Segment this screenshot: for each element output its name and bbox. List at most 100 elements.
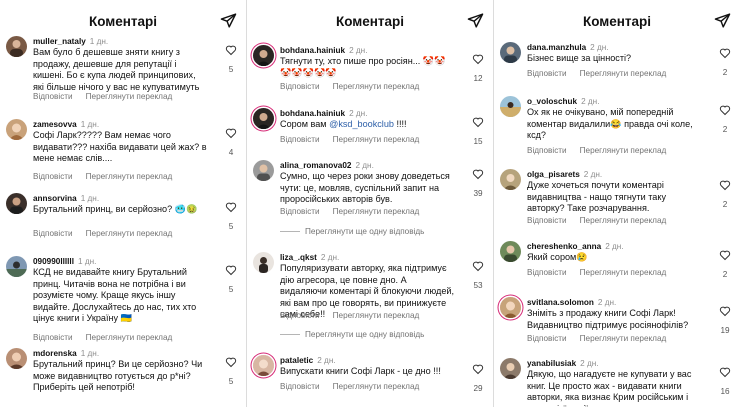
- translate-link[interactable]: Переглянути переклад: [333, 311, 420, 320]
- avatar[interactable]: [500, 241, 521, 262]
- avatar[interactable]: [500, 358, 521, 379]
- translate-link[interactable]: Переглянути переклад: [86, 229, 173, 238]
- comment-username[interactable]: zamesovva: [33, 120, 77, 129]
- comment-time: 2 дн.: [355, 161, 374, 170]
- like-count: 4: [228, 148, 234, 157]
- avatar[interactable]: [253, 160, 274, 181]
- reply-button[interactable]: Відповісти: [527, 216, 567, 225]
- comment-username[interactable]: liza_.qkst: [280, 253, 317, 262]
- avatar[interactable]: [500, 96, 521, 117]
- avatar[interactable]: [6, 256, 27, 277]
- reply-button[interactable]: Відповісти: [280, 311, 320, 320]
- share-icon[interactable]: [714, 12, 731, 29]
- translate-link[interactable]: Переглянути переклад: [580, 69, 667, 78]
- translate-link[interactable]: Переглянути переклад: [333, 135, 420, 144]
- heart-icon[interactable]: [225, 201, 237, 213]
- translate-link[interactable]: Переглянути переклад: [580, 268, 667, 277]
- reply-button[interactable]: Відповісти: [33, 229, 73, 238]
- avatar[interactable]: [6, 193, 27, 214]
- comment-time: 2 дн.: [581, 97, 600, 106]
- reply-button[interactable]: Відповісти: [527, 334, 567, 343]
- comment-username[interactable]: mdorenska: [33, 349, 77, 358]
- heart-icon[interactable]: [225, 44, 237, 56]
- heart-icon[interactable]: [719, 179, 731, 191]
- heart-icon[interactable]: [225, 264, 237, 276]
- heart-icon[interactable]: [225, 127, 237, 139]
- reply-button[interactable]: Відповісти: [527, 69, 567, 78]
- reply-button[interactable]: Відповісти: [33, 172, 73, 181]
- comment-username[interactable]: bohdana.hainiuk: [280, 46, 345, 55]
- comment-username[interactable]: muller_nataly: [33, 37, 86, 46]
- heart-icon[interactable]: [225, 356, 237, 368]
- heart-icon[interactable]: [472, 116, 484, 128]
- avatar[interactable]: [253, 355, 274, 376]
- comments-title: Коментарі: [582, 13, 652, 29]
- avatar[interactable]: [253, 108, 274, 129]
- heart-icon[interactable]: [472, 260, 484, 272]
- translate-link[interactable]: Переглянути переклад: [333, 382, 420, 391]
- share-icon[interactable]: [467, 12, 484, 29]
- comment-time: 2 дн.: [580, 359, 599, 368]
- view-replies-link[interactable]: Переглянути ще одну відповідь: [305, 227, 424, 236]
- reply-button[interactable]: Відповісти: [280, 82, 320, 91]
- comment-text: Бізнес вище за цінності?: [527, 53, 632, 63]
- comment-text: Ох як не очікувано, мій попередній комен…: [527, 107, 693, 140]
- like-count: 5: [228, 222, 234, 231]
- heart-icon[interactable]: [472, 363, 484, 375]
- comment-time: 2 дн.: [590, 43, 609, 52]
- translate-link[interactable]: Переглянути переклад: [333, 82, 420, 91]
- view-replies-link[interactable]: Переглянути ще одну відповідь: [305, 330, 424, 339]
- heart-icon[interactable]: [719, 366, 731, 378]
- comments-title: Коментарі: [88, 13, 158, 29]
- comment-text-suffix: !!!!: [393, 119, 407, 129]
- reply-button[interactable]: Відповісти: [33, 92, 73, 101]
- translate-link[interactable]: Переглянути переклад: [333, 207, 420, 216]
- avatar[interactable]: [6, 348, 27, 369]
- comment-username[interactable]: 090990llllll: [33, 257, 74, 266]
- comment-text: Сумно, що через роки знову доведеться чу…: [280, 171, 450, 204]
- comment-time: 2 дн.: [349, 46, 368, 55]
- reply-button[interactable]: Відповісти: [280, 135, 320, 144]
- translate-link[interactable]: Переглянути переклад: [86, 172, 173, 181]
- heart-icon[interactable]: [719, 104, 731, 116]
- avatar[interactable]: [253, 252, 274, 273]
- like-count: 12: [473, 74, 483, 83]
- heart-icon[interactable]: [472, 168, 484, 180]
- comment-username[interactable]: yanabilusiak: [527, 359, 576, 368]
- heart-icon[interactable]: [719, 249, 731, 261]
- translate-link[interactable]: Переглянути переклад: [580, 146, 667, 155]
- comment-username[interactable]: o_voloschuk: [527, 97, 577, 106]
- heart-icon[interactable]: [719, 305, 731, 317]
- comment-time: 2 дн.: [317, 356, 336, 365]
- reply-button[interactable]: Відповісти: [527, 268, 567, 277]
- avatar[interactable]: [500, 297, 521, 318]
- avatar[interactable]: [253, 45, 274, 66]
- reply-button[interactable]: Відповісти: [280, 207, 320, 216]
- reply-button[interactable]: Відповісти: [280, 382, 320, 391]
- reply-button[interactable]: Відповісти: [33, 333, 73, 342]
- comment-username[interactable]: dana.manzhula: [527, 43, 586, 52]
- comment-username[interactable]: svitlana.solomon: [527, 298, 594, 307]
- avatar[interactable]: [500, 42, 521, 63]
- comment-username[interactable]: olga_pisarets: [527, 170, 580, 179]
- reply-button[interactable]: Відповісти: [527, 146, 567, 155]
- translate-link[interactable]: Переглянути переклад: [86, 92, 173, 101]
- avatar[interactable]: [6, 36, 27, 57]
- comment-username[interactable]: annsorvina: [33, 194, 77, 203]
- comment-username[interactable]: chereshenko_anna: [527, 242, 601, 251]
- comment-username[interactable]: pataletic: [280, 356, 313, 365]
- heart-icon[interactable]: [719, 47, 731, 59]
- avatar[interactable]: [6, 119, 27, 140]
- comment-username[interactable]: alina_romanova02: [280, 161, 351, 170]
- like-count: 29: [473, 384, 483, 393]
- comment-text: Софі Ларк????? Вам немає чого видавати??…: [33, 130, 207, 163]
- translate-link[interactable]: Переглянути переклад: [86, 333, 173, 342]
- share-icon[interactable]: [220, 12, 237, 29]
- comment-username[interactable]: bohdana.hainiuk: [280, 109, 345, 118]
- avatar[interactable]: [500, 169, 521, 190]
- translate-link[interactable]: Переглянути переклад: [580, 334, 667, 343]
- translate-link[interactable]: Переглянути переклад: [580, 216, 667, 225]
- mention-link[interactable]: @ksd_bookclub: [329, 119, 394, 129]
- heart-icon[interactable]: [472, 53, 484, 65]
- comment-text: Дуже хочеться почути коментарі видавницт…: [527, 180, 666, 213]
